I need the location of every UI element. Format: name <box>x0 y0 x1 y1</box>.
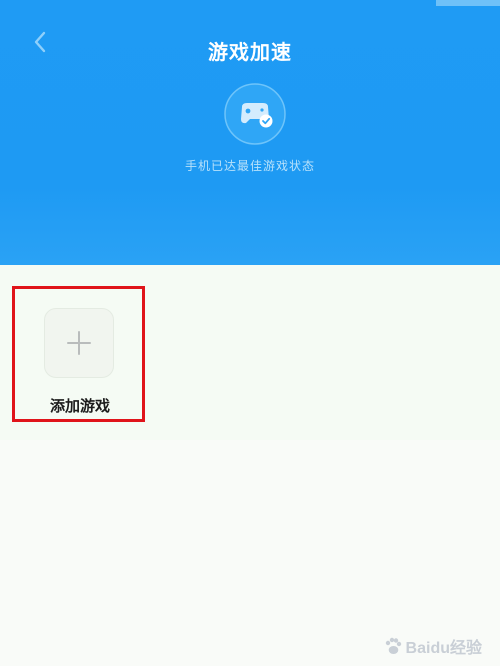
top-bar-nub <box>436 0 500 6</box>
paw-logo-icon <box>385 637 401 654</box>
plus-icon <box>67 331 91 355</box>
add-game-tile[interactable]: 添加游戏 <box>12 286 145 422</box>
game-acceleration-screen: 游戏加速 手机已达最佳游戏状态 添加游戏 Baidu经验 <box>0 0 500 666</box>
add-game-button[interactable] <box>44 308 114 378</box>
empty-content-area <box>0 440 500 666</box>
add-game-label: 添加游戏 <box>49 397 110 415</box>
header-banner: 游戏加速 手机已达最佳游戏状态 <box>0 0 500 265</box>
baidu-watermark: Baidu经验 <box>383 634 482 658</box>
page-title: 游戏加速 <box>208 40 292 64</box>
watermark-text: Baidu经验 <box>405 640 482 657</box>
gamepad-shield-icon <box>224 83 286 145</box>
status-text: 手机已达最佳游戏状态 <box>184 159 315 173</box>
